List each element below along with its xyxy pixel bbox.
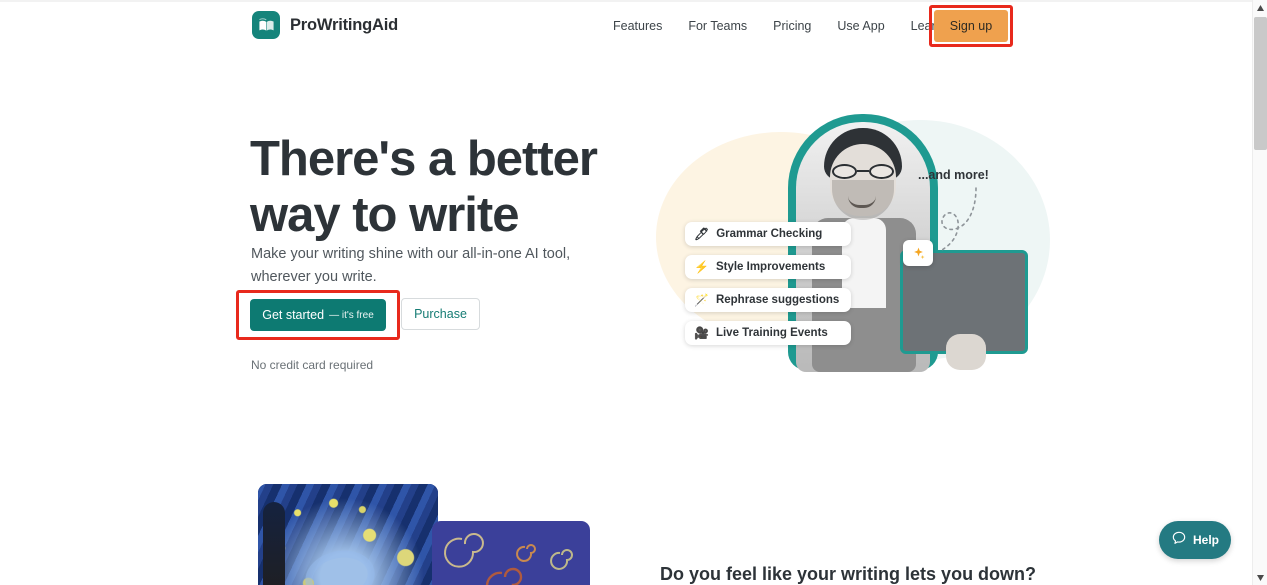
section-heading: Do you feel like your writing lets you d…	[660, 563, 1037, 584]
nav-item-pricing[interactable]: Pricing	[760, 13, 824, 39]
glasses-icon	[832, 164, 894, 179]
feature-chip-rephrase-suggestions[interactable]: 🪄 Rephrase suggestions	[685, 288, 852, 312]
signup-button-wrapper: Sign up	[929, 5, 1013, 47]
feature-chip-label: Grammar Checking	[716, 228, 823, 240]
help-widget-button[interactable]: Help	[1159, 521, 1231, 559]
doodle-image-card	[432, 521, 590, 585]
feature-chip-grammar-checking[interactable]: 🖊 Grammar Checking	[685, 222, 852, 246]
help-label: Help	[1192, 533, 1219, 547]
get-started-button[interactable]: Get started — it's free	[250, 299, 386, 331]
get-started-label: Get started	[262, 308, 325, 322]
vertical-scrollbar[interactable]	[1252, 0, 1267, 585]
feature-chip-list: 🖊 Grammar Checking ⚡ Style Improvements …	[685, 222, 852, 345]
magic-wand-icon: 🪄	[694, 293, 709, 307]
lightning-icon: ⚡	[694, 260, 709, 274]
hero-title-line-2: way to write	[250, 187, 519, 242]
purchase-button[interactable]: Purchase	[401, 298, 480, 330]
feature-chip-style-improvements[interactable]: ⚡ Style Improvements	[685, 255, 852, 279]
feature-chip-label: Style Improvements	[715, 261, 826, 273]
nav-item-use-app[interactable]: Use App	[824, 13, 897, 39]
hero-illustration: 🖊 Grammar Checking ⚡ Style Improvements …	[640, 80, 1060, 380]
site-header: ProWritingAid Features For Teams Pricing…	[0, 2, 1252, 50]
starry-night-image-card	[258, 484, 438, 585]
cypress-tree	[263, 502, 285, 585]
chat-bubble-icon	[1171, 530, 1187, 551]
browser-page: ProWritingAid Features For Teams Pricing…	[0, 0, 1267, 585]
spiral-doodles	[444, 533, 573, 585]
book-logo-icon	[252, 11, 280, 39]
brand-name: ProWritingAid	[290, 15, 399, 34]
no-credit-card-note: No credit card required	[251, 358, 374, 372]
get-started-sublabel: — it's free	[329, 309, 374, 321]
sparkles-icon	[903, 240, 933, 266]
hero-subtitle: Make your writing shine with our all-in-…	[251, 245, 571, 285]
scroll-down-arrow-icon[interactable]	[1253, 570, 1267, 585]
page-viewport: ProWritingAid Features For Teams Pricing…	[0, 0, 1252, 585]
pencil-icon: 🖊	[694, 227, 710, 241]
video-camera-icon: 🎥	[694, 326, 709, 340]
feature-chip-label: Live Training Events	[715, 327, 828, 339]
nav-item-for-teams[interactable]: For Teams	[675, 13, 760, 39]
scroll-up-arrow-icon[interactable]	[1253, 0, 1267, 15]
signup-button[interactable]: Sign up	[934, 10, 1008, 42]
and-more-label: ...and more!	[918, 168, 989, 182]
scrollbar-thumb[interactable]	[1254, 17, 1267, 150]
brand-logo-link[interactable]: ProWritingAid	[252, 11, 398, 39]
feature-chip-label: Rephrase suggestions	[715, 294, 840, 306]
get-started-button-wrapper: Get started — it's free	[236, 290, 400, 340]
nav-item-features[interactable]: Features	[600, 13, 675, 39]
person-hand	[946, 334, 986, 370]
hero-title-line-1: There's a better	[250, 131, 598, 186]
feature-chip-live-training-events[interactable]: 🎥 Live Training Events	[685, 321, 852, 345]
page-title: There's a better way to write	[250, 131, 650, 243]
